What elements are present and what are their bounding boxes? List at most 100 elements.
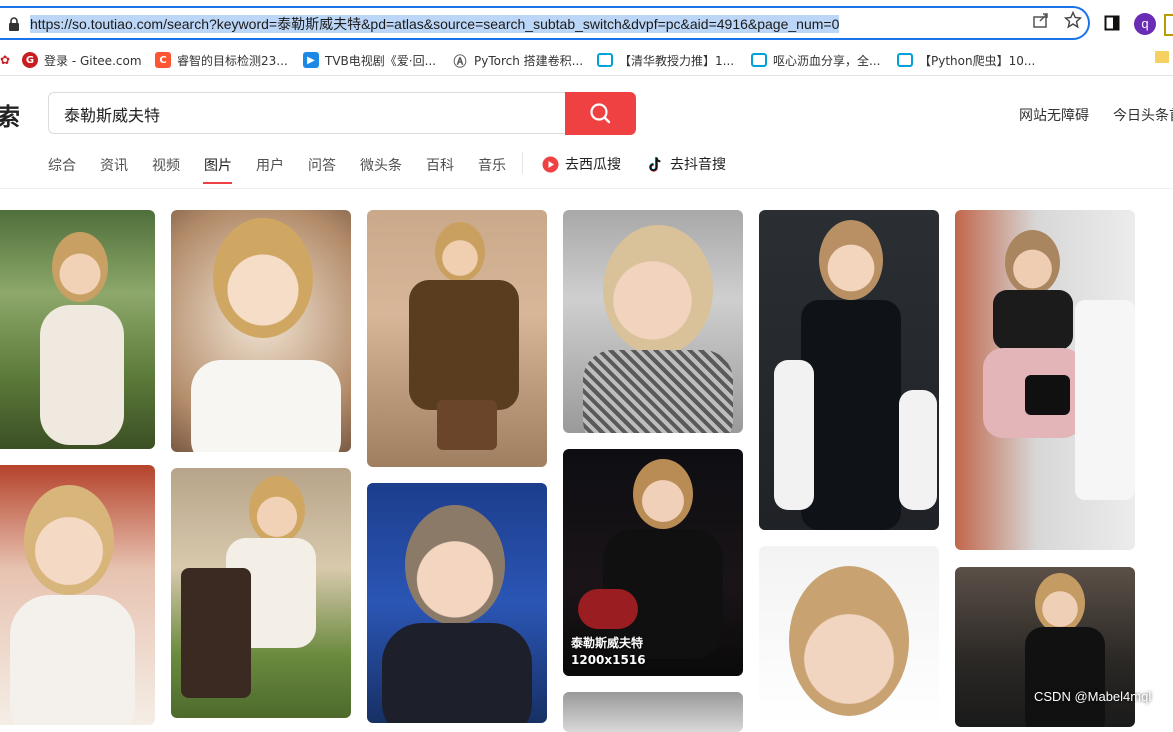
image-subject: [249, 476, 305, 544]
tab-video[interactable]: 视频: [152, 155, 180, 175]
tab-comprehensive[interactable]: 综合: [48, 155, 76, 175]
xigua-label: 去西瓜搜: [565, 157, 621, 173]
image-subject: [633, 459, 693, 529]
bookmark-item[interactable]: Ⓐ PyTorch 搭建卷积...: [452, 49, 583, 71]
bookmark-item[interactable]: 【Python爬虫】10...: [897, 49, 1035, 71]
search-icon: [590, 103, 611, 124]
xigua-search-link[interactable]: 去西瓜搜: [542, 154, 621, 174]
tab-images[interactable]: 图片: [204, 155, 232, 175]
share-icon[interactable]: [1032, 11, 1050, 29]
image-subject: [1025, 375, 1070, 415]
tab-baike[interactable]: 百科: [426, 155, 454, 175]
bookmark-label: TVB电视剧《爱·回...: [325, 53, 437, 68]
xigua-icon: [542, 156, 559, 172]
tab-news[interactable]: 资讯: [100, 155, 128, 175]
tab-weitoutiao[interactable]: 微头条: [360, 155, 402, 175]
image-subject: [10, 595, 135, 725]
image-subject: [437, 400, 497, 450]
image-subject: [213, 218, 313, 338]
image-subject: [583, 350, 733, 433]
url-text[interactable]: https://so.toutiao.com/search?keyword=泰勒…: [30, 15, 840, 33]
image-result[interactable]: [563, 692, 743, 732]
image-subject: [899, 390, 937, 510]
toutiao-home-link[interactable]: 今日头条首: [1113, 105, 1173, 125]
image-subject: [993, 290, 1073, 350]
image-result[interactable]: [955, 210, 1135, 550]
image-subject: [382, 623, 532, 723]
image-subject: [409, 280, 519, 410]
image-result[interactable]: [759, 210, 939, 530]
image-subject: [405, 505, 505, 625]
image-subject: [24, 485, 114, 595]
image-result[interactable]: [367, 483, 547, 723]
image-subject: [40, 305, 124, 445]
content-divider: [0, 188, 1173, 189]
accessibility-link[interactable]: 网站无障碍: [1019, 105, 1089, 125]
browser-address-row: https://so.toutiao.com/search?keyword=泰勒…: [0, 0, 1173, 46]
image-subject: [1035, 573, 1085, 633]
profile-avatar[interactable]: q: [1134, 13, 1156, 35]
image-result[interactable]: [759, 546, 939, 726]
gitee-icon: G: [22, 52, 38, 68]
image-subject: [1075, 300, 1135, 500]
bookmark-edge-icon[interactable]: ✿: [0, 49, 10, 71]
toolbar-divider: [0, 75, 1173, 76]
bookmark-item[interactable]: 【清华教授力推】1...: [597, 49, 734, 71]
csdn-icon: C: [155, 52, 171, 68]
image-subject: [435, 222, 485, 282]
image-subject: [774, 360, 814, 510]
search-box[interactable]: [48, 92, 566, 134]
bookmark-folder-icon[interactable]: [1155, 51, 1169, 63]
tab-music[interactable]: 音乐: [478, 155, 506, 175]
bookmark-item[interactable]: 呕心沥血分享，全...: [751, 49, 880, 71]
sidebar-icon[interactable]: [1104, 15, 1120, 31]
image-subject: [181, 568, 251, 698]
image-subject: [1005, 230, 1060, 295]
image-subject: [52, 232, 108, 302]
douyin-search-link[interactable]: 去抖音搜: [647, 154, 726, 174]
bookmark-label: 登录 - Gitee.com: [44, 53, 142, 68]
image-subject: [789, 566, 909, 716]
lock-icon[interactable]: [8, 17, 20, 31]
image-subject: [819, 220, 883, 300]
tab-users[interactable]: 用户: [256, 155, 284, 175]
tab-qa[interactable]: 问答: [308, 155, 336, 175]
image-result[interactable]: 泰勒斯威夫特 1200x1516: [563, 449, 743, 676]
bookmark-label: 睿智的目标检测23...: [177, 53, 288, 68]
image-result[interactable]: [171, 468, 351, 718]
douyin-icon: [648, 156, 661, 172]
bookmark-label: PyTorch 搭建卷积...: [474, 53, 584, 68]
image-result[interactable]: [0, 210, 155, 449]
star-icon[interactable]: [1064, 11, 1082, 29]
tab-separator: [522, 152, 523, 174]
bookmark-label: 【清华教授力推】1...: [619, 53, 735, 68]
douyin-label: 去抖音搜: [670, 157, 726, 173]
address-bar[interactable]: https://so.toutiao.com/search?keyword=泰勒…: [0, 6, 1090, 40]
csdn-watermark: CSDN @Mabel4mql: [1034, 689, 1152, 704]
site-logo-text[interactable]: 索: [0, 97, 20, 132]
image-result[interactable]: [171, 210, 351, 452]
bookmark-item[interactable]: ▶ TVB电视剧《爱·回...: [303, 49, 436, 71]
search-button[interactable]: [565, 92, 636, 135]
image-subject: [578, 589, 638, 629]
image-subject: [603, 225, 713, 355]
bookmark-label: 呕心沥血分享，全...: [773, 53, 881, 68]
bookmark-label: 【Python爬虫】10...: [919, 53, 1036, 68]
pytorch-icon: Ⓐ: [452, 52, 468, 70]
image-caption-size: 1200x1516: [571, 653, 646, 667]
image-result[interactable]: [367, 210, 547, 467]
image-result[interactable]: [0, 465, 155, 725]
image-subject: [1025, 627, 1105, 727]
image-result[interactable]: [563, 210, 743, 433]
image-subject: [191, 360, 341, 452]
image-subject: [801, 300, 901, 530]
search-input[interactable]: [62, 103, 546, 124]
bookmarks-bar: ✿ G 登录 - Gitee.com C 睿智的目标检测23... ▶ TVB电…: [0, 46, 1173, 74]
image-caption-title: 泰勒斯威夫特: [571, 636, 644, 650]
window-edge-icon: [1164, 14, 1173, 36]
active-tab-indicator: [203, 182, 232, 184]
bookmark-item[interactable]: G 登录 - Gitee.com: [22, 49, 142, 71]
bilibili-icon: [597, 53, 613, 67]
bilibili-icon: [897, 53, 913, 67]
bookmark-item[interactable]: C 睿智的目标检测23...: [155, 49, 288, 71]
